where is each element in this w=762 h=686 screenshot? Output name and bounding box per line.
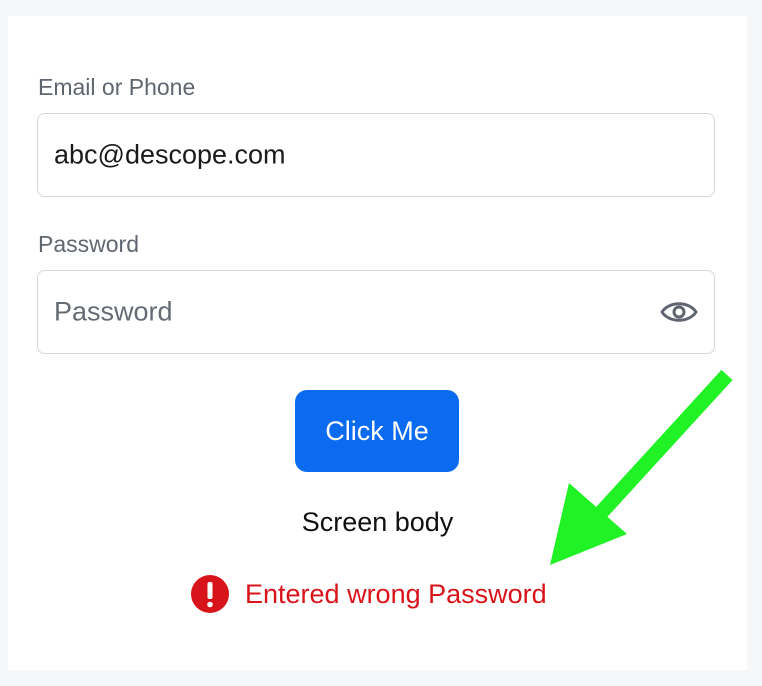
error-message: Entered wrong Password xyxy=(245,578,547,609)
password-placeholder: Password xyxy=(54,296,173,327)
error-icon xyxy=(191,575,229,613)
click-me-button[interactable]: Click Me xyxy=(295,390,459,472)
email-label: Email or Phone xyxy=(38,74,196,100)
error-message-row: Entered wrong Password xyxy=(191,575,547,613)
login-card: Email or Phone abc@descope.com Password … xyxy=(8,16,747,670)
email-value: abc@descope.com xyxy=(54,139,286,170)
password-field[interactable]: Password xyxy=(37,270,715,354)
password-label: Password xyxy=(38,231,139,257)
eye-icon[interactable] xyxy=(660,299,698,325)
screen-body-text: Screen body xyxy=(301,507,454,537)
email-field[interactable]: abc@descope.com xyxy=(37,113,715,197)
